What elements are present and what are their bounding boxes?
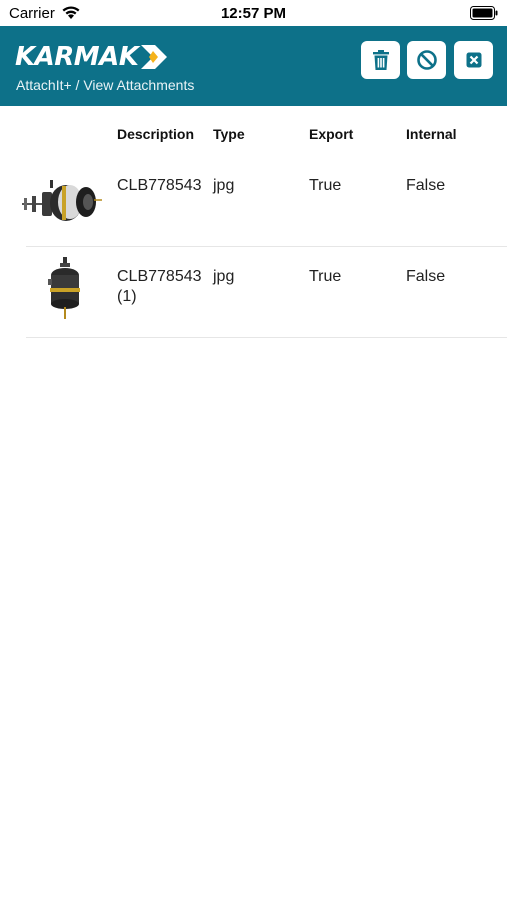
attachments-table: Description Type Export Internal CLB7785… bbox=[0, 106, 507, 338]
delete-button[interactable] bbox=[361, 41, 400, 79]
app-header: KARMAK AttachIt+ / View Attachments bbox=[0, 26, 507, 106]
battery-icon bbox=[470, 6, 498, 20]
clock: 12:57 PM bbox=[220, 5, 287, 22]
table-row[interactable]: CLB778543 (1) jpg True False bbox=[26, 247, 507, 338]
brake-chamber-upright-icon bbox=[48, 257, 80, 319]
description-cell: CLB778543 bbox=[117, 177, 202, 194]
column-header-internal: Internal bbox=[406, 126, 457, 142]
karmak-logo: KARMAK bbox=[15, 43, 169, 71]
internal-cell: False bbox=[406, 177, 446, 194]
column-header-description: Description bbox=[117, 126, 195, 142]
column-header-export: Export bbox=[309, 126, 354, 142]
breadcrumb: AttachIt+ / View Attachments bbox=[16, 77, 195, 93]
brake-chamber-side-icon bbox=[22, 180, 102, 221]
export-cell: True bbox=[309, 177, 342, 194]
description-cell: CLB778543 (1) bbox=[117, 268, 202, 305]
trash-icon bbox=[372, 50, 389, 70]
table-row[interactable]: CLB778543 jpg True False bbox=[22, 156, 507, 247]
close-button[interactable] bbox=[454, 41, 493, 79]
status-bar: Carrier 12:57 PM bbox=[0, 0, 507, 26]
type-cell: jpg bbox=[213, 177, 235, 194]
cancel-icon bbox=[416, 50, 437, 70]
close-icon bbox=[466, 52, 481, 68]
logo-chevron-icon bbox=[141, 45, 168, 69]
table-header: Description Type Export Internal bbox=[0, 106, 507, 156]
type-cell: jpg bbox=[213, 268, 235, 285]
logo-text: KARMAK bbox=[15, 42, 139, 72]
export-cell: True bbox=[309, 268, 342, 285]
cancel-button[interactable] bbox=[407, 41, 446, 79]
internal-cell: False bbox=[406, 268, 446, 285]
column-header-type: Type bbox=[213, 126, 245, 142]
